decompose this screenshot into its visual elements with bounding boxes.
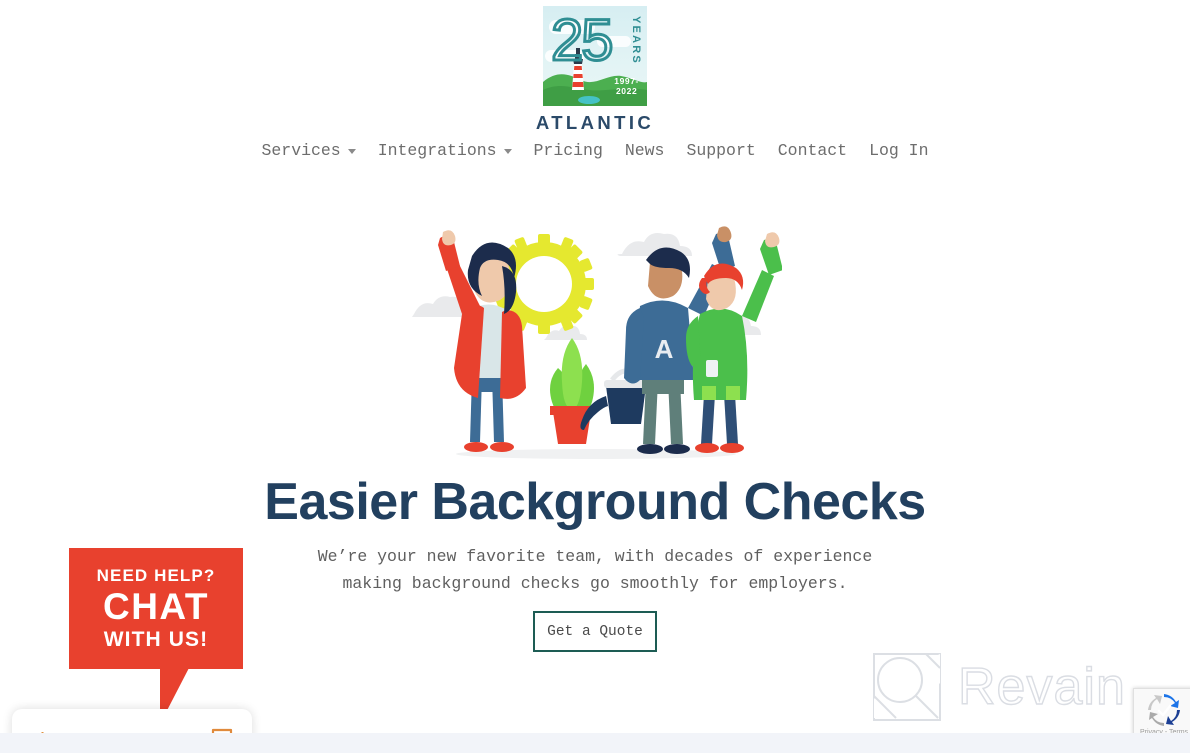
chat-bubble-line-3: WITH US!	[103, 627, 209, 651]
page-root: 25 YEARS 1997- 2022 ATLANTIC Services In…	[0, 0, 1190, 753]
nav-label: Contact	[777, 141, 848, 160]
hero-illustration: A	[412, 226, 782, 459]
recaptcha-icon	[1148, 694, 1180, 726]
revain-logo-icon	[873, 653, 941, 721]
nav-label: News	[624, 141, 665, 160]
potted-cactus	[550, 338, 594, 444]
page-title: Easier Background Checks	[264, 473, 926, 531]
logo-25-number: 25	[550, 8, 615, 73]
nav-label: Services	[261, 141, 341, 160]
nav-label: Support	[686, 141, 756, 160]
nav-item-contact[interactable]: Contact	[778, 141, 847, 160]
nav-item-integrations[interactable]: Integrations	[378, 141, 512, 160]
logo-date-line-1: 1997-	[614, 76, 639, 86]
logo-years-label: YEARS	[630, 16, 642, 65]
chat-promo-bubble[interactable]: NEED HELP? CHAT WITH US!	[69, 548, 243, 669]
revain-watermark-text: Revain	[957, 657, 1126, 716]
nav-item-news[interactable]: News	[625, 141, 665, 160]
nav-item-support[interactable]: Support	[686, 141, 755, 160]
logo-wordmark: ATLANTIC	[535, 112, 655, 133]
nav-item-log-in[interactable]: Log In	[869, 141, 928, 160]
site-logo[interactable]: 25 YEARS 1997- 2022 ATLANTIC	[536, 6, 651, 134]
chevron-down-icon[interactable]	[503, 149, 512, 154]
logo-badge: 25 YEARS 1997- 2022	[543, 6, 647, 106]
nav-label: Integrations	[377, 141, 497, 160]
nav-item-pricing[interactable]: Pricing	[534, 141, 603, 160]
person-left	[438, 230, 526, 452]
nav-label: Log In	[869, 141, 929, 160]
revain-watermark: Revain	[870, 650, 1126, 724]
get-a-quote-button[interactable]: Get a Quote	[533, 611, 657, 652]
chevron-down-icon[interactable]	[347, 149, 356, 154]
chat-bubble-line-2: CHAT	[102, 585, 209, 627]
site-header: 25 YEARS 1997- 2022 ATLANTIC	[0, 0, 1190, 134]
page-bottom-band	[0, 733, 1190, 753]
nav-item-services[interactable]: Services	[261, 141, 356, 160]
logo-date-range: 1997- 2022	[614, 76, 639, 96]
logo-date-line-2: 2022	[615, 86, 638, 96]
svg-text:A: A	[655, 334, 674, 364]
nav-label: Pricing	[533, 141, 603, 160]
main-navigation: Services Integrations Pricing News Suppo…	[0, 141, 1190, 160]
chat-bubble-line-1: NEED HELP?	[96, 565, 216, 585]
